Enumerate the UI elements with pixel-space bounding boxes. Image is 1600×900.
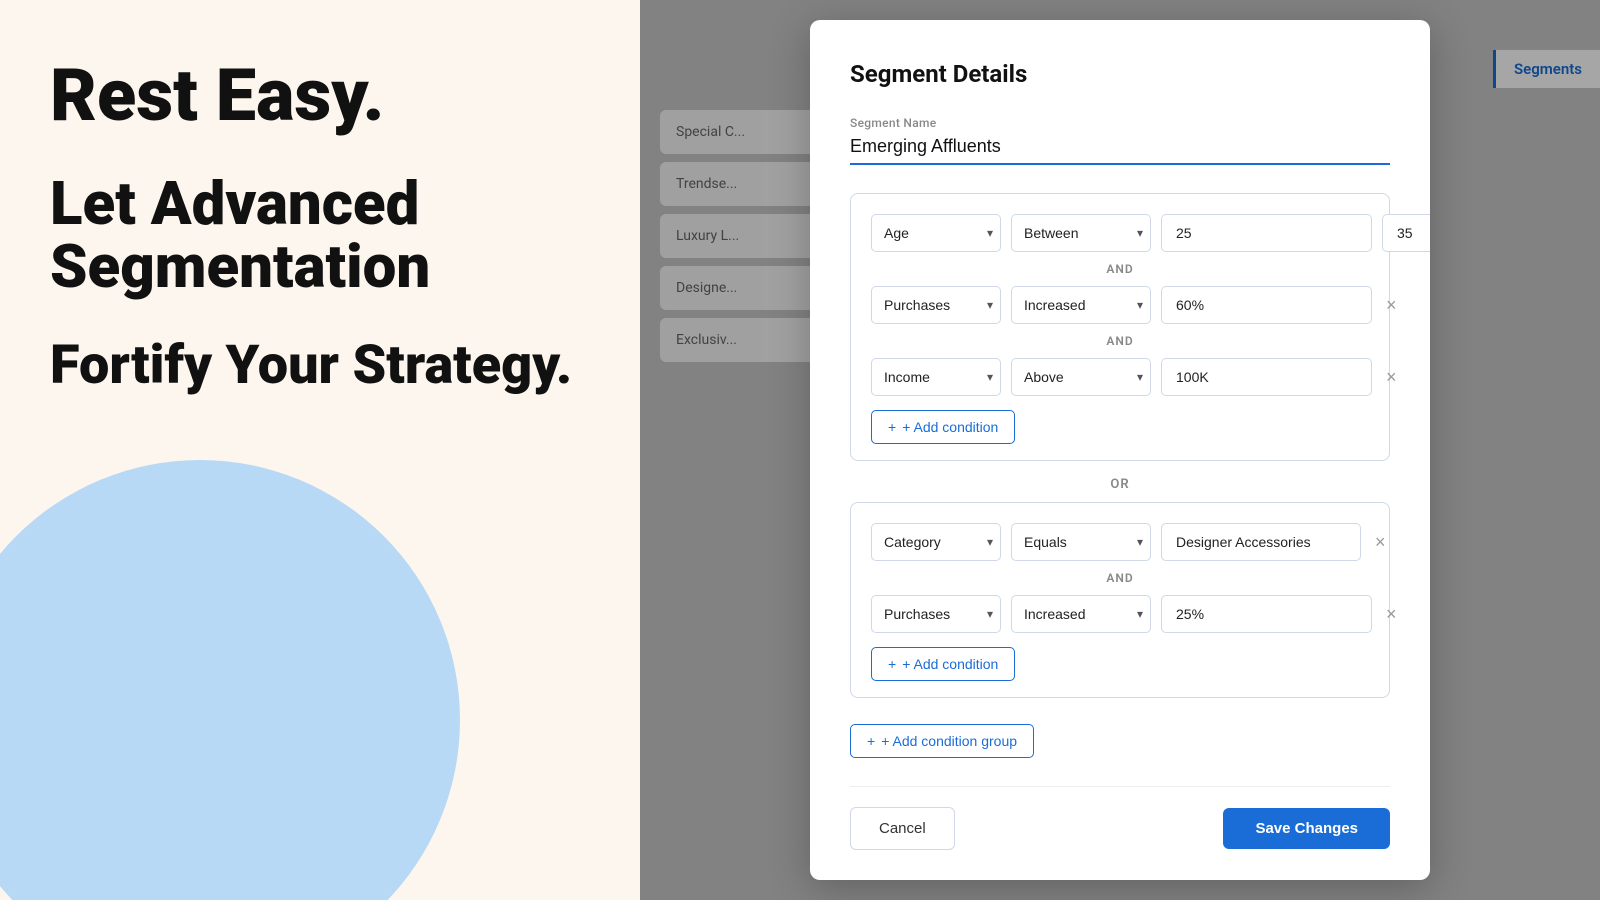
segment-name-input[interactable] <box>850 136 1390 165</box>
operator-select-wrapper-increased-1: Increased Decreased Equals Above <box>1011 286 1151 324</box>
headline-2: Let Advanced Segmentation <box>50 172 590 298</box>
add-group-label: + Add condition group <box>881 733 1017 749</box>
modal-overlay: Segment Details Segment Name Age Purchas… <box>640 0 1600 900</box>
or-divider: OR <box>850 477 1390 492</box>
field-select-purchases-2[interactable]: Purchases Age Income Category <box>871 595 1001 633</box>
condition-group-1: Age Purchases Income Category Between Ab… <box>850 193 1390 461</box>
field-select-purchases-1[interactable]: Purchases Age Income Category <box>871 286 1001 324</box>
field-select-income[interactable]: Income Age Purchases Category <box>871 358 1001 396</box>
operator-select-wrapper-above: Above Below Equals Between <box>1011 358 1151 396</box>
operator-select-above[interactable]: Above Below Equals Between <box>1011 358 1151 396</box>
field-select-age[interactable]: Age Purchases Income Category <box>871 214 1001 252</box>
right-background: Segments Special C... 39,283 Trendse... … <box>640 0 1600 900</box>
add-condition-plus-icon-1: + <box>888 419 896 435</box>
condition-row-purchases-2: Purchases Age Income Category Increased … <box>871 595 1369 633</box>
decorative-circle <box>0 460 460 900</box>
segment-name-label: Segment Name <box>850 116 1390 130</box>
remove-condition-category[interactable]: × <box>1371 529 1390 555</box>
save-changes-button[interactable]: Save Changes <box>1223 808 1390 849</box>
field-select-wrapper-income: Income Age Purchases Category <box>871 358 1001 396</box>
value-input-purchases-1[interactable] <box>1161 286 1372 324</box>
add-group-plus-icon: + <box>867 733 875 749</box>
condition-row-purchases-1: Purchases Age Income Category Increased … <box>871 286 1369 324</box>
value-input-purchases-2[interactable] <box>1161 595 1372 633</box>
and-label-2: AND <box>871 334 1369 348</box>
segment-details-modal: Segment Details Segment Name Age Purchas… <box>810 20 1430 880</box>
condition-row-age: Age Purchases Income Category Between Ab… <box>871 214 1369 252</box>
operator-select-increased-2[interactable]: Increased Decreased Equals Above <box>1011 595 1151 633</box>
field-select-wrapper-age: Age Purchases Income Category <box>871 214 1001 252</box>
field-select-wrapper-purchases-1: Purchases Age Income Category <box>871 286 1001 324</box>
operator-select-age[interactable]: Between Above Below Equals <box>1011 214 1151 252</box>
add-condition-button-1[interactable]: + + Add condition <box>871 410 1015 444</box>
modal-footer: Cancel Save Changes <box>850 786 1390 850</box>
operator-select-equals[interactable]: Equals Not Equals Contains Above <box>1011 523 1151 561</box>
value-input-category[interactable] <box>1161 523 1361 561</box>
add-condition-plus-icon-2: + <box>888 656 896 672</box>
cancel-button[interactable]: Cancel <box>850 807 955 850</box>
and-label-1: AND <box>871 262 1369 276</box>
remove-condition-income[interactable]: × <box>1382 364 1401 390</box>
remove-condition-purchases-2[interactable]: × <box>1382 601 1401 627</box>
condition-row-category: Category Age Purchases Income Equals Not… <box>871 523 1369 561</box>
operator-select-increased-1[interactable]: Increased Decreased Equals Above <box>1011 286 1151 324</box>
value-input-age-2[interactable] <box>1382 214 1430 252</box>
operator-select-wrapper-increased-2: Increased Decreased Equals Above <box>1011 595 1151 633</box>
operator-select-wrapper-age: Between Above Below Equals <box>1011 214 1151 252</box>
and-label-3: AND <box>871 571 1369 585</box>
add-condition-label-2: + Add condition <box>902 656 998 672</box>
remove-condition-purchases-1[interactable]: × <box>1382 292 1401 318</box>
add-condition-group-button[interactable]: + + Add condition group <box>850 724 1034 758</box>
value-input-age-1[interactable] <box>1161 214 1372 252</box>
value-input-income[interactable] <box>1161 358 1372 396</box>
headline-1: Rest Easy. <box>50 60 590 132</box>
field-select-wrapper-category: Category Age Purchases Income <box>871 523 1001 561</box>
add-condition-label-1: + Add condition <box>902 419 998 435</box>
left-text-content: Rest Easy. Let Advanced Segmentation For… <box>0 0 640 455</box>
add-condition-button-2[interactable]: + + Add condition <box>871 647 1015 681</box>
left-panel: Rest Easy. Let Advanced Segmentation For… <box>0 0 640 900</box>
operator-select-wrapper-equals: Equals Not Equals Contains Above <box>1011 523 1151 561</box>
field-select-wrapper-purchases-2: Purchases Age Income Category <box>871 595 1001 633</box>
modal-title: Segment Details <box>850 60 1390 88</box>
field-select-category[interactable]: Category Age Purchases Income <box>871 523 1001 561</box>
condition-group-2: Category Age Purchases Income Equals Not… <box>850 502 1390 698</box>
headline-3: Fortify Your Strategy. <box>50 338 590 395</box>
condition-row-income: Income Age Purchases Category Above Belo… <box>871 358 1369 396</box>
